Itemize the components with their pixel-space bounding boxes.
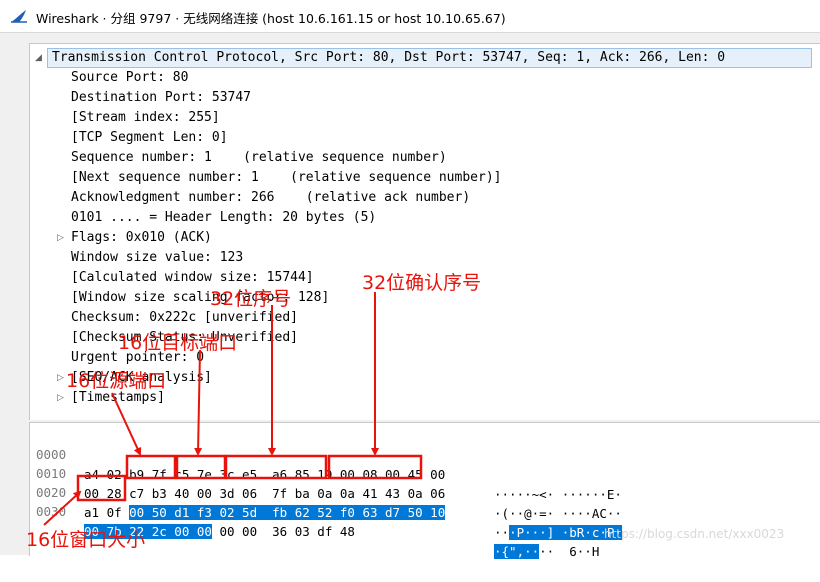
hex-line: 0000 a4 02 b9 7f c5 7e 3c e5 a6 85 19 00…: [30, 425, 622, 502]
wireshark-fin-icon: [11, 10, 27, 23]
tree-row-checksum[interactable]: Checksum: 0x222c [unverified]: [71, 308, 298, 328]
hex-line: 0010 00 28 c7 b3 40 00 3d 06 7f ba 0a 0a…: [30, 444, 622, 521]
watermark: https://blog.csdn.net/xxx0023: [604, 527, 785, 541]
annotation-ack-label: 32位确认序号: [362, 272, 482, 294]
hex-bytes-selected: 00 50 d1 f3 02 5d fb 62 52 f0 63 d7 50 1…: [129, 505, 446, 520]
hex-line: 0020 a1 0f 00 50 d1 f3 02 5d fb 62 52 f0…: [30, 463, 622, 540]
hex-bytes-plain: a1 0f: [84, 505, 130, 520]
tree-row-stream-index[interactable]: [Stream index: 255]: [71, 108, 220, 128]
hex-ascii[interactable]: ·{",···· 6··H: [494, 542, 599, 562]
hex-bytes[interactable]: a4 02 b9 7f c5 7e 3c e5 a6 85 19 00 08 0…: [84, 465, 445, 485]
window-title: Wireshark · 分组 9797 · 无线网络连接 (host 10.6.…: [36, 11, 506, 26]
hex-bytes-plain: 00 00 36 03 df 48: [211, 524, 355, 539]
annotation-dstport-label: 16位目标端口: [118, 332, 238, 354]
hex-line: 0030 00 7b 22 2c 00 00 00 00 36 03 df 48…: [30, 482, 599, 559]
tree-row-next-sequence[interactable]: [Next sequence number: 1 (relative seque…: [71, 168, 501, 188]
collapse-arrow-icon[interactable]: ◢: [35, 48, 45, 68]
annotation-window-label: 16位窗口大小: [26, 529, 146, 551]
tree-row-ack-number[interactable]: Acknowledgment number: 266 (relative ack…: [71, 188, 470, 208]
hex-ascii-plain: ·· 6··H: [539, 544, 600, 559]
title-bar: Wireshark · 分组 9797 · 无线网络连接 (host 10.6.…: [0, 0, 820, 33]
tree-row-destination-port[interactable]: Destination Port: 53747: [71, 88, 251, 108]
tree-row-window-size[interactable]: Window size value: 123: [71, 248, 243, 268]
hex-ascii[interactable]: ·····~<· ······E·: [494, 485, 622, 505]
annotation-seq-label: 32位序号: [210, 288, 292, 310]
tcp-header-row[interactable]: Transmission Control Protocol, Src Port:…: [47, 48, 812, 68]
tree-row-segment-len[interactable]: [TCP Segment Len: 0]: [71, 128, 228, 148]
tree-row-flags[interactable]: Flags: 0x010 (ACK): [71, 228, 212, 248]
hex-bytes[interactable]: a1 0f 00 50 d1 f3 02 5d fb 62 52 f0 63 d…: [84, 503, 446, 523]
hex-ascii[interactable]: ·(··@·=· ····AC··: [494, 504, 622, 524]
hex-ascii[interactable]: ···P···] ·bR·c·P·: [494, 523, 622, 543]
hex-bytes[interactable]: 00 28 c7 b3 40 00 3d 06 7f ba 0a 0a 41 4…: [84, 484, 445, 504]
hex-ascii-selected: ·{",··: [494, 544, 540, 559]
tree-row-header-length[interactable]: 0101 .... = Header Length: 20 bytes (5): [71, 208, 376, 228]
packet-details-pane[interactable]: ◢ Transmission Control Protocol, Src Por…: [29, 43, 820, 420]
hex-offset: 0030: [36, 504, 67, 519]
expand-arrow-icon[interactable]: ▷: [57, 228, 67, 248]
tree-row-sequence-number[interactable]: Sequence number: 1 (relative sequence nu…: [71, 148, 447, 168]
tree-row-source-port[interactable]: Source Port: 80: [71, 68, 188, 88]
hex-ascii-plain: ··: [494, 525, 510, 540]
annotation-srcport-label: 16位源端口: [66, 370, 167, 392]
